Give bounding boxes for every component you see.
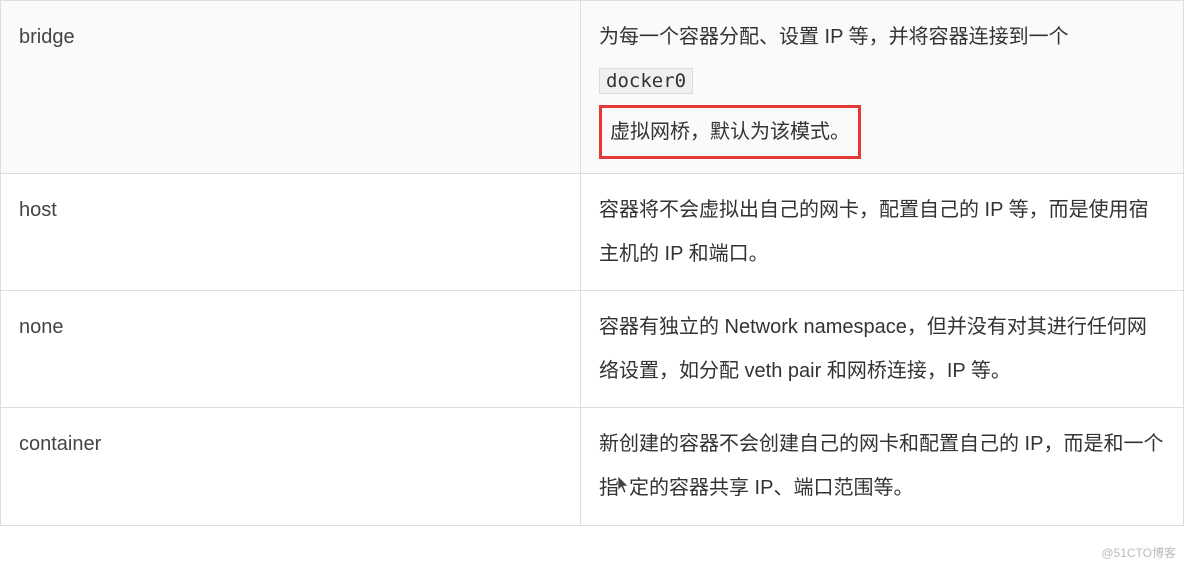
table-row: none 容器有独立的 Network namespace，但并没有对其进行任何… [1,291,1184,408]
desc-cell: 容器将不会虚拟出自己的网卡，配置自己的 IP 等，而是使用宿主机的 IP 和端口… [581,174,1184,291]
code-inline: docker0 [599,68,693,94]
table-row: bridge 为每一个容器分配、设置 IP 等，并将容器连接到一个 docker… [1,1,1184,174]
mode-cell: container [1,408,581,526]
desc-text: 定的容器共享 IP、端口范围等。 [629,477,913,499]
mode-cell: host [1,174,581,291]
highlight-box: 虚拟网桥，默认为该模式。 [599,105,861,159]
table-row: host 容器将不会虚拟出自己的网卡，配置自己的 IP 等，而是使用宿主机的 I… [1,174,1184,291]
desc-cell: 容器有独立的 Network namespace，但并没有对其进行任何网络设置，… [581,291,1184,408]
desc-cell: 为每一个容器分配、设置 IP 等，并将容器连接到一个 docker0 虚拟网桥，… [581,1,1184,174]
mode-cell: none [1,291,581,408]
desc-cell: 新创建的容器不会创建自己的网卡和配置自己的 IP，而是和一个指定的容器共享 IP… [581,408,1184,526]
mode-cell: bridge [1,1,581,174]
watermark: @51CTO博客 [1101,544,1176,561]
network-modes-table: bridge 为每一个容器分配、设置 IP 等，并将容器连接到一个 docker… [0,0,1184,526]
desc-text: 为每一个容器分配、设置 IP 等，并将容器连接到一个 [599,26,1069,48]
table-row: container 新创建的容器不会创建自己的网卡和配置自己的 IP，而是和一个… [1,408,1184,526]
